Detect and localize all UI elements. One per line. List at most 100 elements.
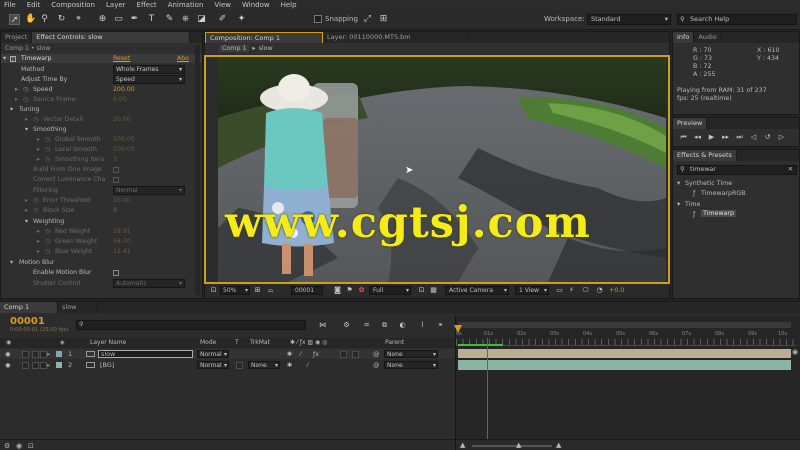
clone-stamp-tool-icon[interactable]: ⎈	[180, 14, 191, 25]
rotate-tool-icon[interactable]: ↻	[56, 14, 67, 25]
resolution-select[interactable]: Full ▾	[369, 286, 411, 295]
method-select[interactable]: Whole Frames ▾	[113, 65, 185, 74]
layer-bar-slow[interactable]	[458, 349, 791, 358]
stopwatch-icon[interactable]: ◷	[45, 228, 50, 236]
vector-detail-value[interactable]: 20.00	[113, 116, 131, 124]
tab-comp-1[interactable]: Comp 1	[0, 302, 58, 313]
menu-file[interactable]: File	[4, 0, 16, 10]
expand-arrow-icon[interactable]: ▸	[15, 96, 18, 104]
zoom-slider[interactable]	[472, 445, 552, 447]
audio-switch[interactable]	[22, 350, 29, 358]
exposure-value[interactable]: +0.0	[609, 286, 624, 295]
red-weight-value[interactable]: 29.91	[113, 228, 131, 236]
zoom-in-icon[interactable]: ▲	[556, 441, 561, 449]
search-help-field[interactable]: ⚲ Search Help	[677, 14, 797, 25]
snapshot-camera-icon[interactable]: ◙	[333, 286, 342, 295]
tab-composition[interactable]: Composition: Comp 1	[205, 32, 323, 43]
show-snapshot-icon[interactable]: ⚑	[345, 286, 354, 295]
trkmat-select[interactable]: None ▾	[248, 361, 280, 369]
reset-link[interactable]: Reset	[113, 55, 130, 63]
expand-arrow-icon[interactable]: ▸	[15, 86, 18, 94]
expand-arrow-icon[interactable]: ▸	[25, 207, 28, 215]
stopwatch-icon[interactable]: ◷	[33, 207, 38, 215]
motion-blur-switch[interactable]	[352, 350, 359, 358]
tab-slow[interactable]: slow	[58, 302, 98, 313]
stopwatch-icon[interactable]: ◷	[45, 146, 50, 154]
fx-toggle-icon[interactable]: ƒ	[10, 56, 16, 62]
lock-switch[interactable]	[40, 350, 47, 358]
flowchart-icon[interactable]: ⎔	[581, 286, 590, 295]
collapse-arrow-icon[interactable]: ▾	[677, 180, 680, 187]
solo-switch[interactable]	[32, 361, 39, 369]
menu-composition[interactable]: Composition	[51, 0, 95, 10]
play-icon[interactable]: ▶	[707, 133, 716, 142]
hide-shy-layers-icon[interactable]: ♒	[362, 321, 371, 330]
audio-icon[interactable]: ◁	[749, 133, 758, 142]
green-weight-value[interactable]: 58.70	[113, 238, 131, 246]
stopwatch-icon[interactable]: ◷	[33, 116, 38, 124]
frame-blend-switch[interactable]	[340, 350, 347, 358]
col-parent[interactable]: Parent	[385, 338, 404, 348]
label-color-swatch[interactable]	[56, 362, 62, 368]
expand-arrow-icon[interactable]: ▸	[25, 116, 28, 124]
parent-select[interactable]: None ▾	[384, 361, 438, 369]
toggle-switches-icon[interactable]: ⚙	[4, 442, 10, 450]
zoom-tool-icon[interactable]: ⚲	[39, 14, 50, 25]
visibility-eye-icon[interactable]: ◉	[5, 360, 11, 370]
expand-arrow-icon[interactable]: ▸	[37, 238, 40, 246]
stopwatch-icon[interactable]: ◷	[45, 248, 50, 256]
quality-switch-icon[interactable]: ⁄	[300, 349, 301, 359]
expand-arrow-icon[interactable]: ▾	[3, 55, 6, 63]
stopwatch-icon[interactable]: ◷	[23, 96, 28, 104]
rectangle-tool-icon[interactable]: ▭	[113, 14, 124, 25]
global-smooth-value[interactable]: 500.00	[113, 136, 135, 144]
menu-animation[interactable]: Animation	[168, 0, 204, 10]
zoom-out-icon[interactable]: ▲	[460, 441, 465, 449]
snap-edges-icon[interactable]: ⊞	[378, 14, 389, 25]
smoothing-iterations-value[interactable]: 3	[113, 156, 117, 164]
expand-arrow-icon[interactable]: ▸	[37, 156, 40, 164]
reset-exposure-icon[interactable]: ◔	[595, 286, 604, 295]
adjust-time-select[interactable]: Speed ▾	[113, 75, 185, 84]
expand-arrow-icon[interactable]: ▸	[47, 349, 50, 359]
build-from-one-checkbox[interactable]	[113, 167, 119, 173]
grid-icon[interactable]: ⊞	[253, 286, 262, 295]
pan-behind-tool-icon[interactable]: ⊕	[97, 14, 108, 25]
mode-select[interactable]: Normal ▾	[197, 361, 229, 369]
comp-marker-icon[interactable]: ◉	[792, 348, 798, 356]
menu-layer[interactable]: Layer	[106, 0, 126, 10]
pen-tool-icon[interactable]: ✒	[129, 14, 140, 25]
time-ruler[interactable]: 0s 01s 02s 03s 04s 05s 06s 07s 08s 09s 1…	[456, 330, 796, 346]
mask-visibility-icon[interactable]: ⌓	[266, 286, 275, 295]
shy-switch-icon[interactable]: ✱	[287, 349, 292, 359]
fast-previews-icon[interactable]: ⚡	[567, 286, 576, 295]
menu-edit[interactable]: Edit	[27, 0, 41, 10]
source-frame-value[interactable]: 0.00	[113, 96, 127, 104]
menu-effect[interactable]: Effect	[137, 0, 157, 10]
zoom-handle-icon[interactable]: ▲	[516, 441, 521, 449]
layer-name[interactable]: [BG]	[100, 360, 114, 370]
composition-frame[interactable]	[218, 58, 666, 282]
effect-controls-scrollbar[interactable]	[195, 45, 200, 295]
tab-layer[interactable]: Layer: 00110000.MTS.bm	[323, 32, 468, 43]
camera-select[interactable]: Active Camera ▾	[445, 286, 509, 295]
speed-value[interactable]: 200.00	[113, 86, 135, 94]
tab-info[interactable]: Info	[673, 32, 695, 43]
label-color-swatch[interactable]	[56, 351, 62, 357]
transparency-grid-icon[interactable]: ▦	[429, 286, 438, 295]
ram-preview-icon[interactable]: ▷	[777, 133, 786, 142]
collapse-arrow-icon[interactable]: ▾	[677, 201, 680, 208]
col-layer-name[interactable]: Layer Name	[90, 338, 126, 348]
quality-switch-icon[interactable]: ⁄	[307, 360, 308, 370]
col-t[interactable]: T	[235, 338, 239, 348]
shutter-control-select[interactable]: Automatic ▾	[113, 279, 185, 288]
tab-effect-controls[interactable]: Effect Controls: slow	[32, 32, 191, 43]
effects-category-synthetic-time[interactable]: Synthetic Time	[685, 180, 732, 187]
stopwatch-icon[interactable]: ◷	[45, 238, 50, 246]
stopwatch-icon[interactable]: ◷	[23, 86, 28, 94]
expand-arrow-icon[interactable]: ▸	[37, 136, 40, 144]
snapping-checkbox[interactable]	[314, 15, 322, 23]
previous-frame-icon[interactable]: ◂◂	[693, 133, 702, 142]
tab-preview[interactable]: Preview	[673, 118, 708, 129]
toggle-in-out-icon[interactable]: ⊡	[28, 442, 34, 450]
